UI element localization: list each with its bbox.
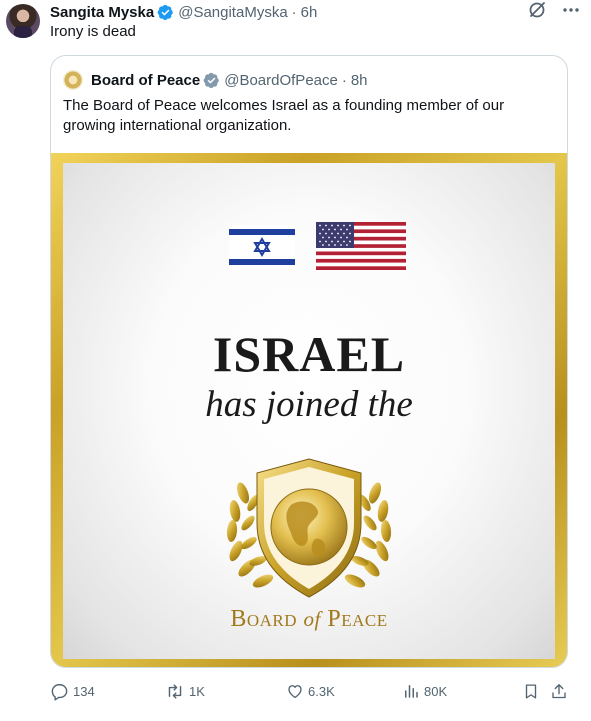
separator: · [291,3,297,21]
logo-text-board: Board [230,606,298,632]
author-name[interactable]: Sangita Myska [50,4,154,21]
views-icon [405,685,418,698]
repost-button[interactable]: 1K [165,680,205,702]
views-button[interactable]: 80K [402,680,447,702]
us-flag [316,222,406,270]
like-icon [288,685,302,699]
reply-icon [51,683,68,701]
quote-author-handle: @BoardOfPeace [224,71,338,89]
logo-text-peace: Peace [327,606,388,632]
share-icon [552,683,566,698]
board-of-peace-emblem [226,458,392,598]
tweet[interactable]: Sangita Myska @SangitaMyska · 6h Irony i… [0,0,591,721]
logo-text-of: of [303,607,321,631]
avatar[interactable] [6,4,40,38]
grok-icon[interactable] [527,0,547,20]
israel-flag [229,225,295,269]
quote-avatar [63,70,83,90]
image-inner-panel: ISRAEL has joined the Board of Peace [63,163,555,659]
top-icons [527,0,581,20]
quote-author-name: Board of Peace [91,71,201,89]
timestamp[interactable]: 6h [301,4,318,21]
reply-count: 134 [73,683,95,699]
quote-image[interactable]: ISRAEL has joined the Board of Peace [51,153,567,667]
reply-button[interactable]: 134 [50,680,95,702]
board-of-peace-logo-text: Board of Peace [63,606,555,633]
quote-text: The Board of Peace welcomes Israel as a … [63,97,505,134]
share-button[interactable] [550,680,568,702]
bookmark-icon [525,683,537,699]
image-subline: has joined the [205,384,413,425]
quote-timestamp: 8h [350,71,368,89]
verified-badge-icon [157,4,173,20]
quote-header: Board of Peace @BoardOfPeace · 8h [63,70,368,90]
repost-count: 1K [189,683,205,699]
separator: · [341,71,347,89]
bookmark-button[interactable] [522,680,540,702]
like-count: 6.3K [308,683,335,699]
action-bar: 134 1K 6.3K 80K [50,680,580,702]
views-count: 80K [424,683,448,699]
quoted-tweet[interactable]: Board of Peace @BoardOfPeace · 8h The Bo… [50,55,568,668]
like-button[interactable]: 6.3K [286,680,335,702]
author-handle[interactable]: @SangitaMyska [178,4,287,21]
tweet-header: Sangita Myska @SangitaMyska · 6h [50,2,317,22]
verified-badge-icon [203,72,219,88]
repost-icon [168,683,182,699]
more-icon[interactable] [561,0,581,20]
tweet-text: Irony is dead [50,23,136,40]
image-headline: ISRAEL [212,326,406,382]
